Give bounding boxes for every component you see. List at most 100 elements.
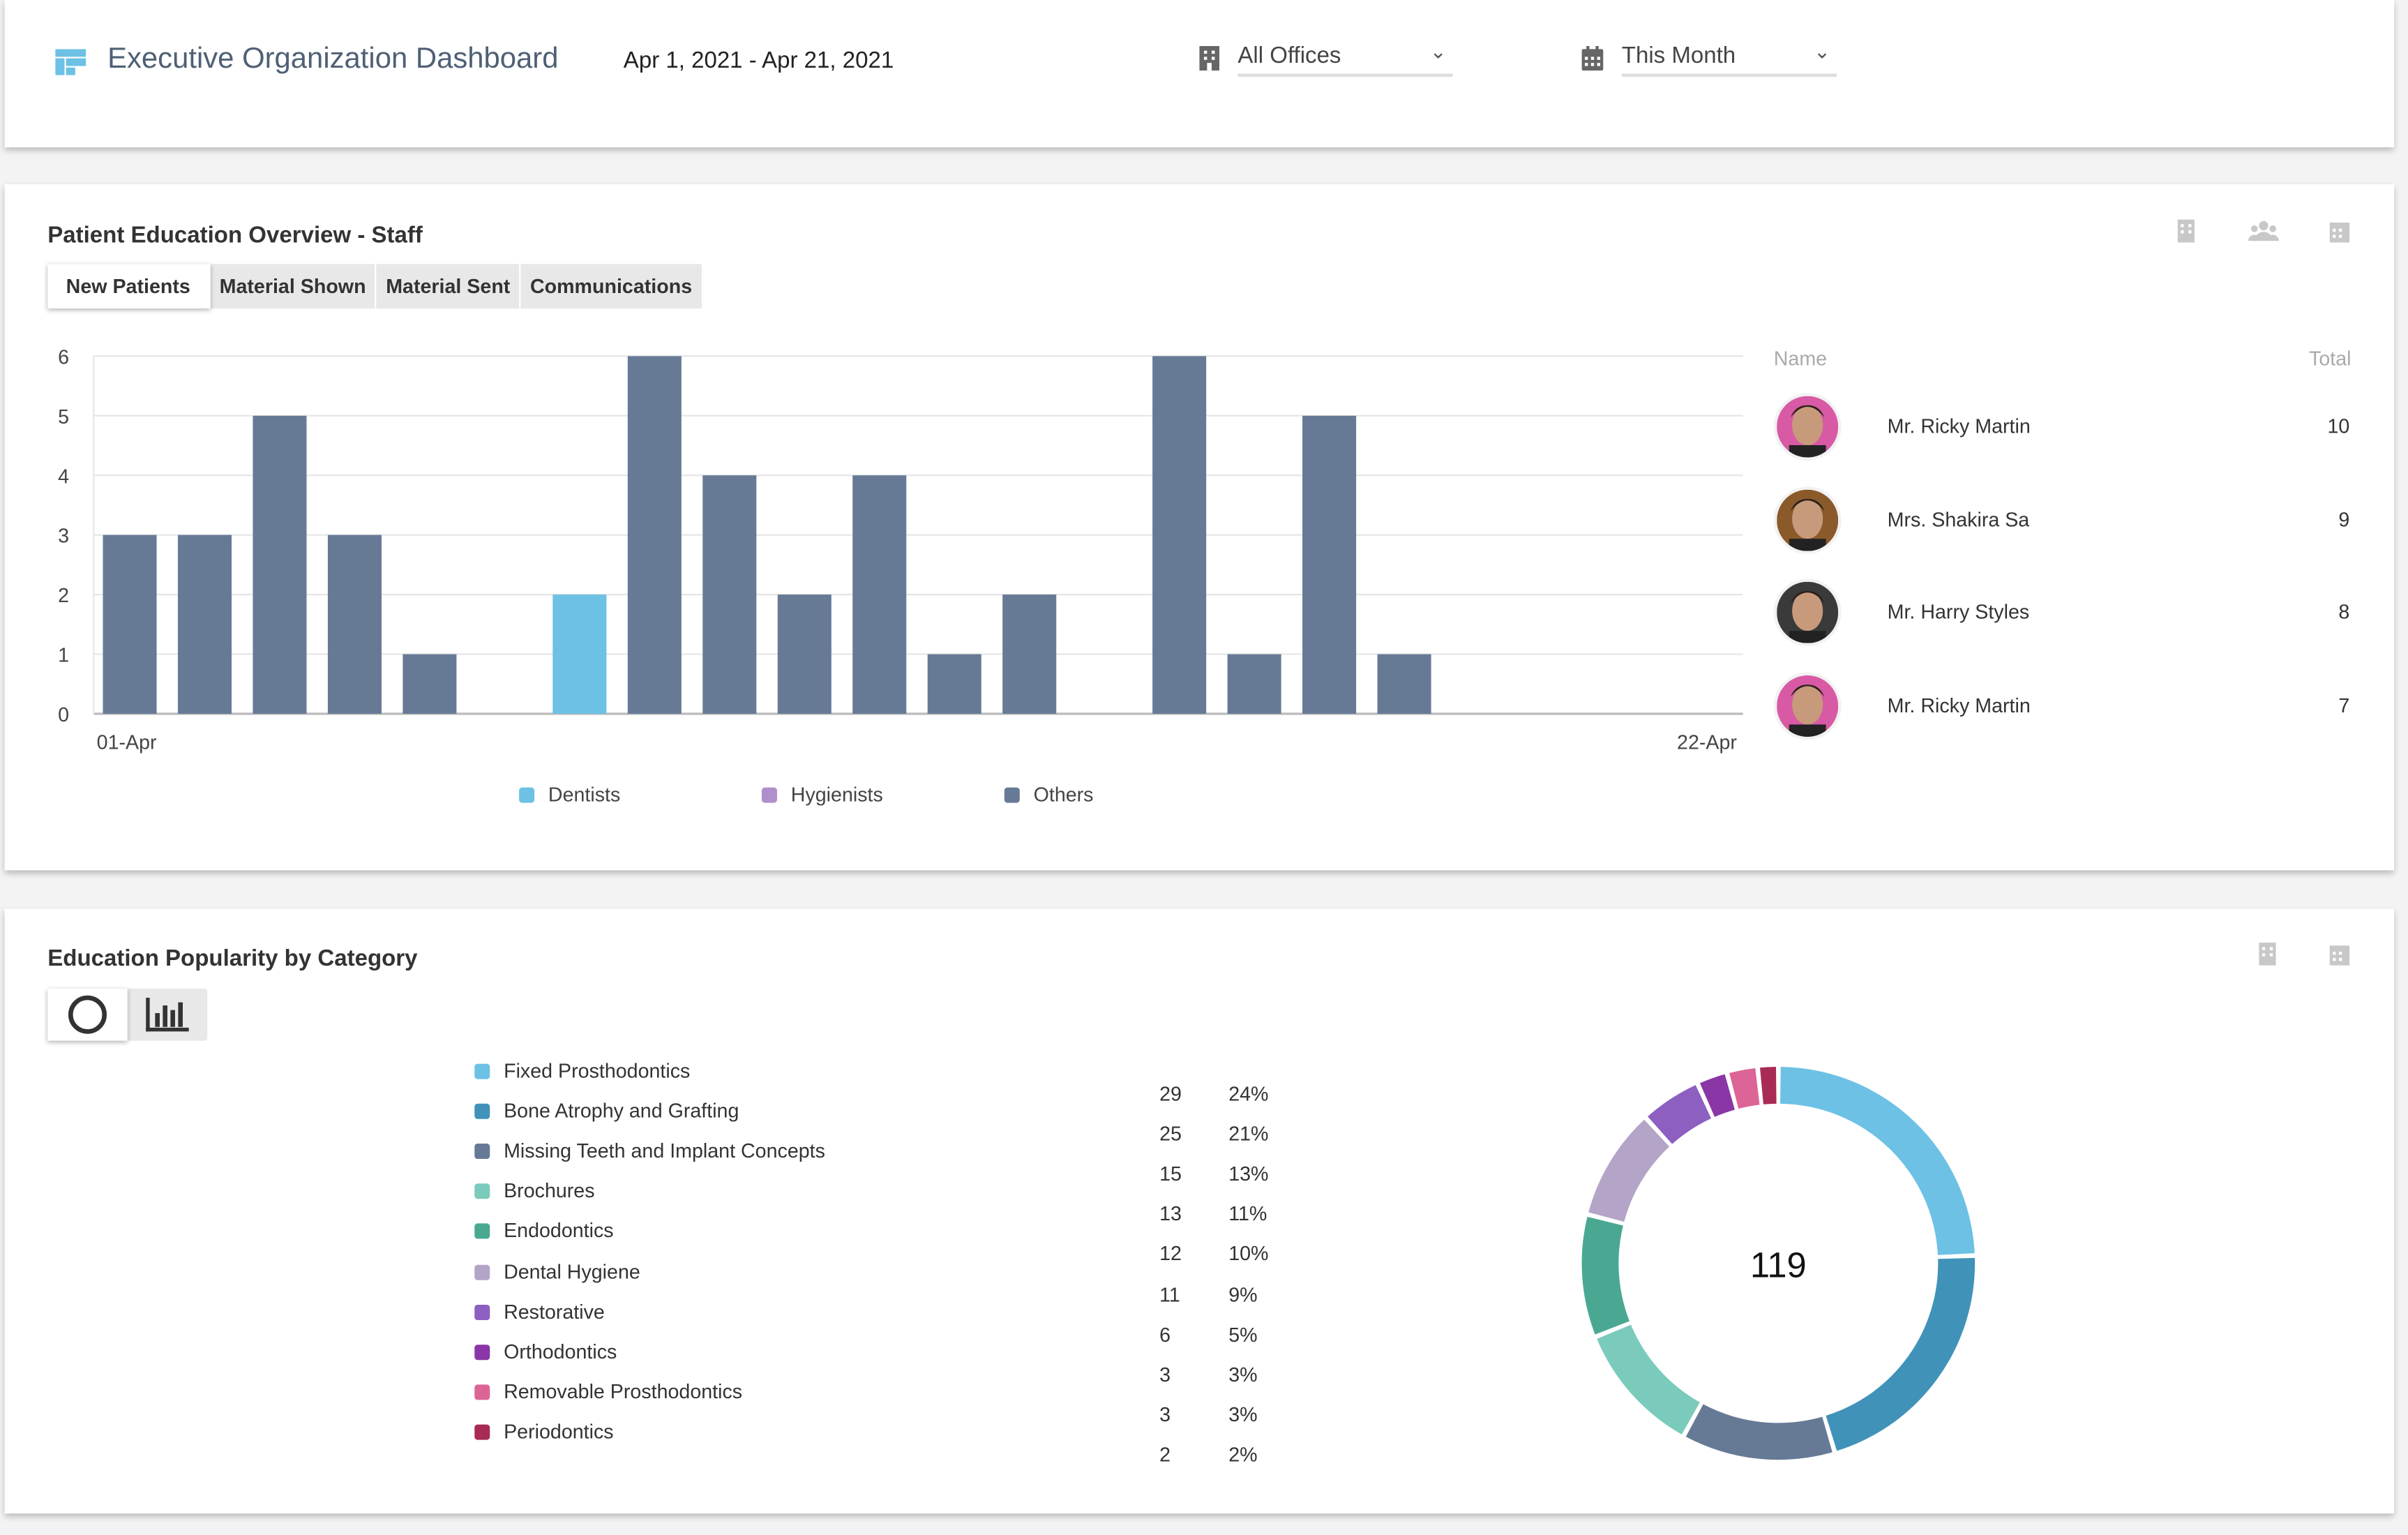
donut-slice-brochures[interactable] [1597, 1324, 1700, 1435]
y-tick-label: 4 [58, 465, 69, 488]
category-label: Endodontics [504, 1219, 614, 1243]
category-label: Brochures [504, 1179, 595, 1203]
bar-others-15-Apr[interactable] [1152, 356, 1207, 714]
legend-label: Dentists [548, 783, 621, 806]
staff-total: 7 [2338, 693, 2350, 717]
bar-others-13-Apr[interactable] [1002, 594, 1057, 714]
legend-swatch [761, 787, 777, 803]
category-label: Bone Atrophy and Grafting [504, 1099, 739, 1123]
legend-swatch [1004, 787, 1020, 803]
category-row: Periodontics 2 2% [474, 1419, 1273, 1466]
users-icon[interactable] [2248, 220, 2280, 241]
building-icon[interactable] [2177, 219, 2195, 243]
donut-chart-icon [68, 995, 107, 1034]
header-bar: Executive Organization Dashboard Apr 1, … [4, 0, 2395, 148]
category-label: Periodontics [504, 1419, 614, 1443]
donut-slice-missing-teeth-and-implant-concepts[interactable] [1685, 1404, 1833, 1460]
bar-others-16-Apr[interactable] [1227, 654, 1281, 714]
staff-row[interactable]: Mr. Ricky Martin 10 [1773, 393, 2358, 463]
calendar-icon[interactable] [2329, 220, 2350, 243]
name-column-header: Name [1773, 347, 1828, 370]
bar-others-12-Apr[interactable] [927, 654, 981, 714]
category-swatch [474, 1224, 490, 1240]
x-tick-label: 22-Apr [1677, 732, 1737, 754]
bar-others-08-Apr[interactable] [627, 356, 682, 714]
staff-total: 10 [2327, 414, 2350, 437]
bar-others-18-Apr[interactable] [1377, 654, 1431, 714]
chart-type-toggle [47, 988, 208, 1041]
donut-total: 119 [1750, 1245, 1807, 1285]
bar-others-02-Apr[interactable] [177, 534, 232, 714]
calendar-icon [1581, 46, 1604, 71]
page-title: Executive Organization Dashboard [107, 43, 559, 75]
chevron-down-icon: ⌄ [1814, 40, 1831, 63]
category-row: Fixed Prosthodontics 29 24% [474, 1059, 1273, 1105]
legend-item-dentists[interactable]: Dentists [519, 783, 620, 806]
date-range: Apr 1, 2021 - Apr 21, 2021 [623, 47, 894, 74]
staff-name: Mr. Ricky Martin [1887, 693, 2031, 717]
avatar [1773, 671, 1842, 740]
period-select[interactable]: This Month ⌄ [1621, 40, 1837, 77]
staff-total: 8 [2338, 600, 2350, 624]
donut-slice-bone-atrophy-and-grafting[interactable] [1826, 1257, 1976, 1451]
building-icon [1199, 46, 1219, 71]
y-tick-label: 1 [58, 645, 69, 667]
donut-slice-fixed-prosthodontics[interactable] [1780, 1067, 1975, 1255]
staff-row[interactable]: Mr. Harry Styles 8 [1773, 578, 2358, 649]
bar-others-05-Apr[interactable] [402, 654, 457, 714]
avatar [1773, 578, 1842, 647]
legend-item-hygienists[interactable]: Hygienists [761, 783, 883, 806]
donut-slice-endodontics[interactable] [1581, 1216, 1630, 1335]
category-card: Education Popularity by Category Fixed P… [4, 908, 2395, 1514]
category-swatch [474, 1304, 490, 1320]
bar-dentists-07-Apr[interactable] [552, 594, 607, 714]
donut-slice-dental-hygiene[interactable] [1588, 1119, 1670, 1222]
category-count: 2 [1159, 1442, 1171, 1466]
staff-name: Mr. Harry Styles [1887, 600, 2030, 624]
bar-others-11-Apr[interactable] [852, 475, 907, 714]
staff-row[interactable]: Mr. Ricky Martin 7 [1773, 671, 2358, 742]
bar-chart-icon [146, 998, 189, 1032]
staff-row[interactable]: Mrs. Shakira Sa 9 [1773, 486, 2358, 556]
category-label: Fixed Prosthodontics [504, 1059, 691, 1082]
y-tick-label: 2 [58, 585, 69, 607]
bar-chart: 0 1 2 3 4 5 6 01-Apr 22-Apr [58, 346, 1743, 754]
total-column-header: Total [2309, 347, 2351, 370]
bar-others-03-Apr[interactable] [253, 415, 307, 714]
staff-name: Mrs. Shakira Sa [1887, 507, 2030, 531]
legend-label: Hygienists [790, 783, 883, 806]
category-label: Restorative [504, 1299, 605, 1323]
donut-slice-periodontics[interactable] [1759, 1067, 1777, 1105]
calendar-icon[interactable] [2329, 943, 2350, 966]
category-row: Removable Prosthodontics 3 3% [474, 1379, 1273, 1425]
category-swatch [474, 1344, 490, 1360]
category-swatch [474, 1063, 490, 1079]
card-title: Education Popularity by Category [47, 945, 418, 972]
category-percent: 2% [1228, 1442, 1258, 1466]
category-row: Dental Hygiene 11 9% [474, 1259, 1273, 1305]
legend-label: Others [1033, 783, 1094, 806]
legend-item-others[interactable]: Others [1004, 783, 1094, 806]
category-swatch [474, 1104, 490, 1120]
office-select-value: All Offices [1237, 43, 1341, 69]
office-select[interactable]: All Offices ⌄ [1237, 40, 1453, 77]
donut-slice-removable-prosthodontics[interactable] [1729, 1068, 1760, 1109]
bar-others-10-Apr[interactable] [777, 594, 831, 714]
y-tick-label: 3 [58, 525, 69, 548]
bar-others-04-Apr[interactable] [327, 534, 382, 714]
category-row: Brochures 13 11% [474, 1179, 1273, 1225]
bar-others-09-Apr[interactable] [702, 475, 757, 714]
building-icon[interactable] [2259, 942, 2276, 966]
bar-view-button[interactable] [128, 989, 207, 1041]
bar-others-01-Apr[interactable] [103, 534, 157, 714]
donut-chart: 119 [1581, 1067, 1976, 1460]
bar-others-17-Apr[interactable] [1302, 415, 1357, 714]
category-row: Restorative 6 5% [474, 1299, 1273, 1346]
avatar [1773, 393, 1842, 460]
category-label: Missing Teeth and Implant Concepts [504, 1139, 825, 1162]
period-select-value: This Month [1621, 43, 1736, 69]
x-tick-label: 01-Apr [97, 732, 157, 754]
category-swatch [474, 1384, 490, 1400]
donut-view-button[interactable] [47, 988, 128, 1041]
staff-total: 9 [2338, 507, 2350, 531]
